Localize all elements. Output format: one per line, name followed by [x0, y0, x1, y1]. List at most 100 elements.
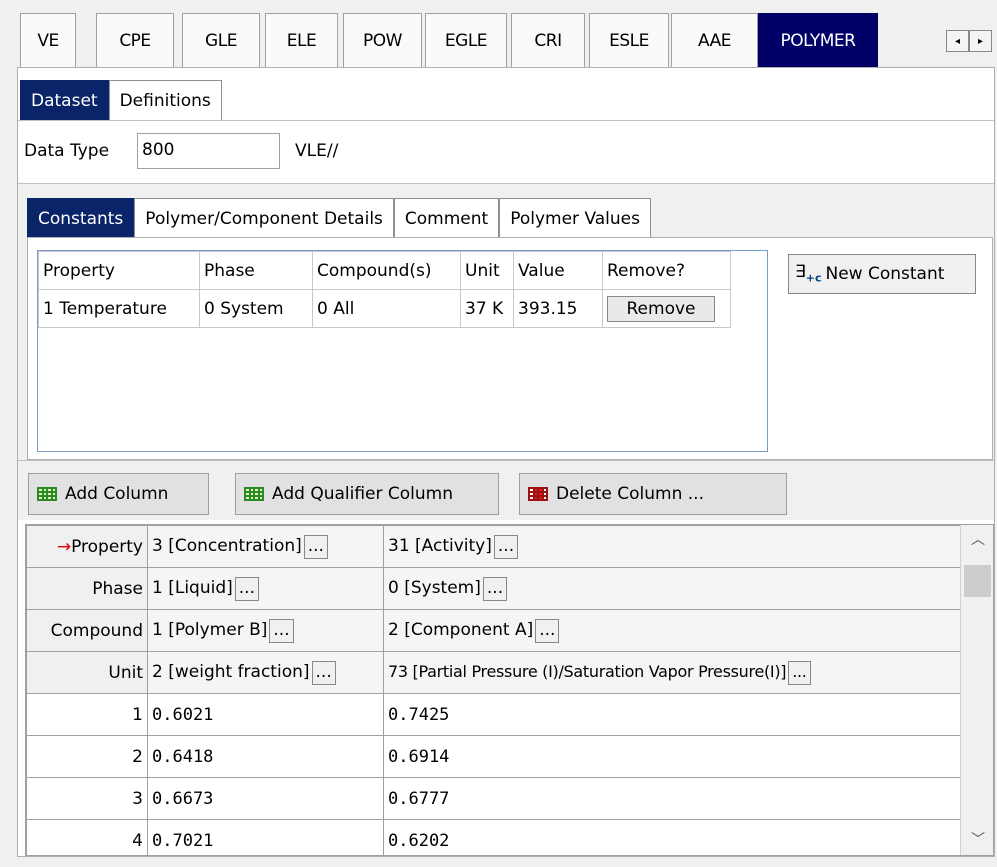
- remove-button[interactable]: Remove: [607, 295, 715, 322]
- table-row: 1 0.6021 0.7425: [26, 693, 961, 736]
- tab-gle[interactable]: GLE: [182, 13, 260, 67]
- tab-aae[interactable]: AAE: [671, 13, 758, 67]
- cell-phase[interactable]: 0 System: [199, 289, 313, 328]
- data-type-input[interactable]: 800: [137, 133, 280, 169]
- tab-polymer-component-details[interactable]: Polymer/Component Details: [134, 198, 394, 238]
- add-qualifier-column-button[interactable]: Add Qualifier Column: [235, 473, 499, 515]
- col1-compound-ellipsis-button[interactable]: ...: [269, 618, 294, 643]
- tab-scroll-arrows: ◂ ▸: [946, 30, 992, 52]
- tab-constants[interactable]: Constants: [27, 198, 135, 238]
- scroll-right-icon[interactable]: ▸: [969, 30, 992, 52]
- table-row: 2 0.6418 0.6914: [26, 735, 961, 778]
- tab-polymer-values[interactable]: Polymer Values: [499, 198, 651, 238]
- data-grid-table: →Property 3 [Concentration]... 31 [Activ…: [26, 525, 961, 855]
- col-header-phase[interactable]: Phase: [199, 251, 313, 290]
- constants-header-row: Property Phase Compound(s) Unit Value Re…: [38, 251, 731, 290]
- constants-table-frame: Property Phase Compound(s) Unit Value Re…: [37, 250, 768, 452]
- new-constant-button[interactable]: ∃+c New Constant: [788, 254, 976, 294]
- data-grid: →Property 3 [Concentration]... 31 [Activ…: [25, 524, 994, 856]
- col2-compound-cell[interactable]: 2 [Component A]...: [383, 609, 961, 652]
- row-number: 2: [26, 735, 148, 778]
- grid-unit-row: Unit 2 [weight fraction]... 73 [Partial …: [26, 651, 961, 694]
- cell-value[interactable]: 393.15: [513, 289, 603, 328]
- current-row-arrow-icon: →: [56, 536, 72, 557]
- constants-box: Property Phase Compound(s) Unit Value Re…: [27, 237, 993, 460]
- grid-cell[interactable]: 0.7021: [147, 819, 384, 855]
- cell-property[interactable]: 1 Temperature: [38, 289, 200, 328]
- table-row: 4 0.7021 0.6202: [26, 819, 961, 855]
- col-header-compounds[interactable]: Compound(s): [312, 251, 461, 290]
- col1-property-ellipsis-button[interactable]: ...: [303, 534, 328, 559]
- grid-phase-row: Phase 1 [Liquid]... 0 [System]...: [26, 567, 961, 610]
- col-header-remove[interactable]: Remove?: [602, 251, 731, 290]
- data-type-suffix: VLE//: [295, 141, 339, 161]
- delete-column-label: Delete Column ...: [556, 484, 704, 504]
- tab-egle[interactable]: EGLE: [425, 13, 507, 67]
- grid-cell[interactable]: 0.6673: [147, 777, 384, 820]
- new-constant-icon: ∃+c: [795, 262, 822, 285]
- row-header-compound: Compound: [26, 609, 148, 652]
- grid-cell[interactable]: 0.6777: [383, 777, 961, 820]
- grid-cell[interactable]: 0.6418: [147, 735, 384, 778]
- cell-remove: Remove: [602, 289, 731, 328]
- col2-compound-ellipsis-button[interactable]: ...: [535, 618, 560, 643]
- scroll-down-icon[interactable]: ﹀: [961, 825, 993, 855]
- vertical-scrollbar[interactable]: ︿ ﹀: [960, 525, 993, 855]
- row-header-phase: Phase: [26, 567, 148, 610]
- col1-unit-ellipsis-button[interactable]: ...: [311, 660, 336, 685]
- constants-tabs: Constants Polymer/Component Details Comm…: [27, 198, 651, 238]
- grid-cell[interactable]: 0.6914: [383, 735, 961, 778]
- row-number: 3: [26, 777, 148, 820]
- scroll-left-icon[interactable]: ◂: [946, 30, 969, 52]
- col1-property-cell[interactable]: 3 [Concentration]...: [147, 525, 384, 568]
- top-tab-bar: VE CPE GLE ELE POW EGLE CRI ESLE AAE POL…: [20, 13, 994, 67]
- col-header-unit[interactable]: Unit: [460, 251, 514, 290]
- delete-column-button[interactable]: Delete Column ...: [519, 473, 787, 515]
- add-column-label: Add Column: [65, 484, 169, 504]
- column-buttons-bar: Add Column Add Qualifier Column Delete C…: [18, 460, 994, 520]
- col-header-property[interactable]: Property: [38, 251, 200, 290]
- row-header-property: →Property: [26, 525, 148, 568]
- tab-ele[interactable]: ELE: [265, 13, 338, 67]
- grid-cell[interactable]: 0.6202: [383, 819, 961, 855]
- col2-unit-ellipsis-button[interactable]: ...: [788, 660, 811, 685]
- tab-cpe[interactable]: CPE: [96, 13, 174, 67]
- grid-cell[interactable]: 0.7425: [383, 693, 961, 736]
- tab-polymer[interactable]: POLYMER: [758, 13, 878, 67]
- polymer-panel: Dataset Definitions Data Type 800 VLE// …: [17, 67, 995, 857]
- dataset-tabs: Dataset Definitions: [20, 80, 222, 120]
- col2-property-ellipsis-button[interactable]: ...: [493, 534, 519, 559]
- col2-unit-cell[interactable]: 73 [Partial Pressure (I)/Saturation Vapo…: [383, 651, 961, 694]
- col1-compound-cell[interactable]: 1 [Polymer B]...: [147, 609, 384, 652]
- tab-pow[interactable]: POW: [343, 13, 422, 67]
- scroll-up-icon[interactable]: ︿: [961, 525, 993, 555]
- row-number: 1: [26, 693, 148, 736]
- col2-phase-cell[interactable]: 0 [System]...: [383, 567, 961, 610]
- col-header-value[interactable]: Value: [513, 251, 603, 290]
- tab-cri[interactable]: CRI: [511, 13, 585, 67]
- col1-unit-cell[interactable]: 2 [weight fraction]...: [147, 651, 384, 694]
- grid-property-row: →Property 3 [Concentration]... 31 [Activ…: [26, 525, 961, 568]
- row-header-unit: Unit: [26, 651, 148, 694]
- tab-ve[interactable]: VE: [20, 13, 76, 67]
- tab-comment[interactable]: Comment: [393, 198, 500, 238]
- cell-compound[interactable]: 0 All: [312, 289, 461, 328]
- cell-unit[interactable]: 37 K: [460, 289, 514, 328]
- col2-property-cell[interactable]: 31 [Activity]...: [383, 525, 961, 568]
- grid-cell[interactable]: 0.6021: [147, 693, 384, 736]
- delete-column-icon: [528, 487, 548, 501]
- tab-definitions[interactable]: Definitions: [108, 80, 222, 120]
- col1-phase-ellipsis-button[interactable]: ...: [234, 576, 259, 601]
- table-row: 3 0.6673 0.6777: [26, 777, 961, 820]
- col2-phase-ellipsis-button[interactable]: ...: [482, 576, 508, 601]
- add-qualifier-column-label: Add Qualifier Column: [272, 484, 453, 504]
- constants-section: Constants Polymer/Component Details Comm…: [18, 184, 994, 460]
- add-column-button[interactable]: Add Column: [28, 473, 209, 515]
- tab-dataset[interactable]: Dataset: [20, 80, 109, 120]
- constants-table: Property Phase Compound(s) Unit Value Re…: [38, 251, 731, 328]
- row-number: 4: [26, 819, 148, 855]
- tab-esle[interactable]: ESLE: [589, 13, 669, 67]
- data-type-row: Data Type 800 VLE//: [18, 120, 994, 184]
- scrollbar-thumb[interactable]: [964, 565, 991, 597]
- col1-phase-cell[interactable]: 1 [Liquid]...: [147, 567, 384, 610]
